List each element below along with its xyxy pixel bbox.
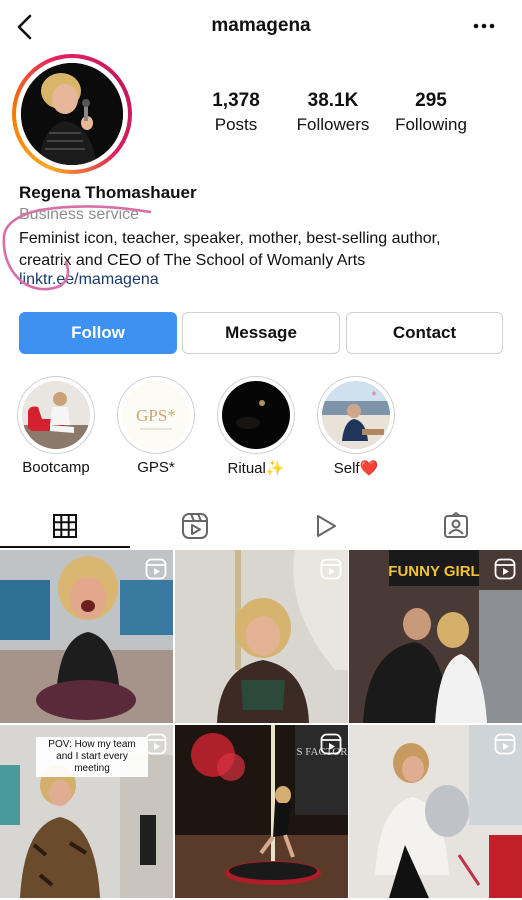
tab-videos[interactable] [261, 502, 391, 550]
tab-tagged[interactable] [391, 502, 521, 550]
followers-count: 38.1K [307, 90, 359, 111]
highlight-cover: GPS* [122, 381, 190, 449]
post-thumbnail[interactable]: POV: How my team and I start every meeti… [0, 725, 173, 898]
profile-tabs [0, 502, 522, 550]
reel-icon [145, 733, 167, 755]
profile-category: Business service [19, 206, 140, 223]
highlight-label: Ritual✨ [227, 460, 285, 477]
highlight-bootcamp[interactable]: Bootcamp [17, 376, 95, 476]
highlight-label: Self❤️ [333, 460, 379, 477]
post-thumbnail[interactable] [175, 550, 348, 723]
followers-label: Followers [296, 115, 370, 134]
avatar-story-ring[interactable] [12, 54, 132, 174]
active-tab-indicator [0, 546, 130, 548]
reels-icon [182, 513, 208, 539]
contact-button[interactable]: Contact [346, 312, 503, 354]
following-label: Following [395, 115, 467, 134]
highlight-cover [222, 381, 290, 449]
posts-stat[interactable]: 1,378 Posts [206, 90, 266, 135]
message-button[interactable]: Message [182, 312, 340, 354]
highlight-cover [22, 381, 90, 449]
post-thumbnail[interactable]: S FACTOR [175, 725, 348, 898]
following-stat[interactable]: 295 Following [390, 90, 472, 135]
post-thumbnail[interactable] [0, 550, 173, 723]
reel-icon [494, 733, 516, 755]
follow-button[interactable]: Follow [19, 312, 177, 354]
profile-display-name: Regena Thomashauer [19, 183, 197, 202]
highlight-label: Bootcamp [22, 459, 90, 476]
post-thumbnail[interactable] [349, 725, 522, 898]
profile-username: mamagena [211, 15, 311, 36]
reel-icon [494, 558, 516, 580]
posts-count: 1,378 [212, 90, 260, 111]
profile-link[interactable]: linktr.ee/mamagena [19, 271, 159, 289]
avatar [21, 63, 123, 165]
top-bar: mamagena [0, 0, 522, 56]
highlight-gps[interactable]: GPS* GPS* [117, 376, 195, 476]
post-thumbnail[interactable]: FUNNY GIRL [349, 550, 522, 723]
gps-cover-text: GPS* [136, 406, 176, 425]
bio-line: Feminist icon, teacher, speaker, mother,… [19, 230, 441, 247]
highlight-cover [322, 381, 390, 449]
followers-stat[interactable]: 38.1K Followers [293, 90, 373, 135]
tagged-icon [444, 512, 468, 538]
reel-icon [145, 558, 167, 580]
highlight-ritual[interactable]: Ritual✨ [217, 376, 295, 477]
reel-icon [320, 558, 342, 580]
highlight-label: GPS* [137, 459, 175, 476]
following-count: 295 [415, 90, 447, 111]
ellipsis-icon[interactable] [472, 14, 496, 38]
profile-bio: Feminist icon, teacher, speaker, mother,… [19, 228, 509, 272]
highlight-self[interactable]: Self❤️ [317, 376, 395, 477]
play-icon [317, 515, 336, 537]
marquee-sign: FUNNY GIRL [388, 563, 479, 580]
bio-line: creatrix and CEO of The School of Womanl… [19, 252, 366, 269]
tab-reels[interactable] [130, 502, 260, 550]
grid-icon [53, 514, 77, 538]
posts-label: Posts [214, 115, 258, 134]
post-caption-overlay: POV: How my team and I start every meeti… [36, 737, 148, 777]
tab-grid[interactable] [0, 502, 130, 550]
reel-icon [320, 733, 342, 755]
